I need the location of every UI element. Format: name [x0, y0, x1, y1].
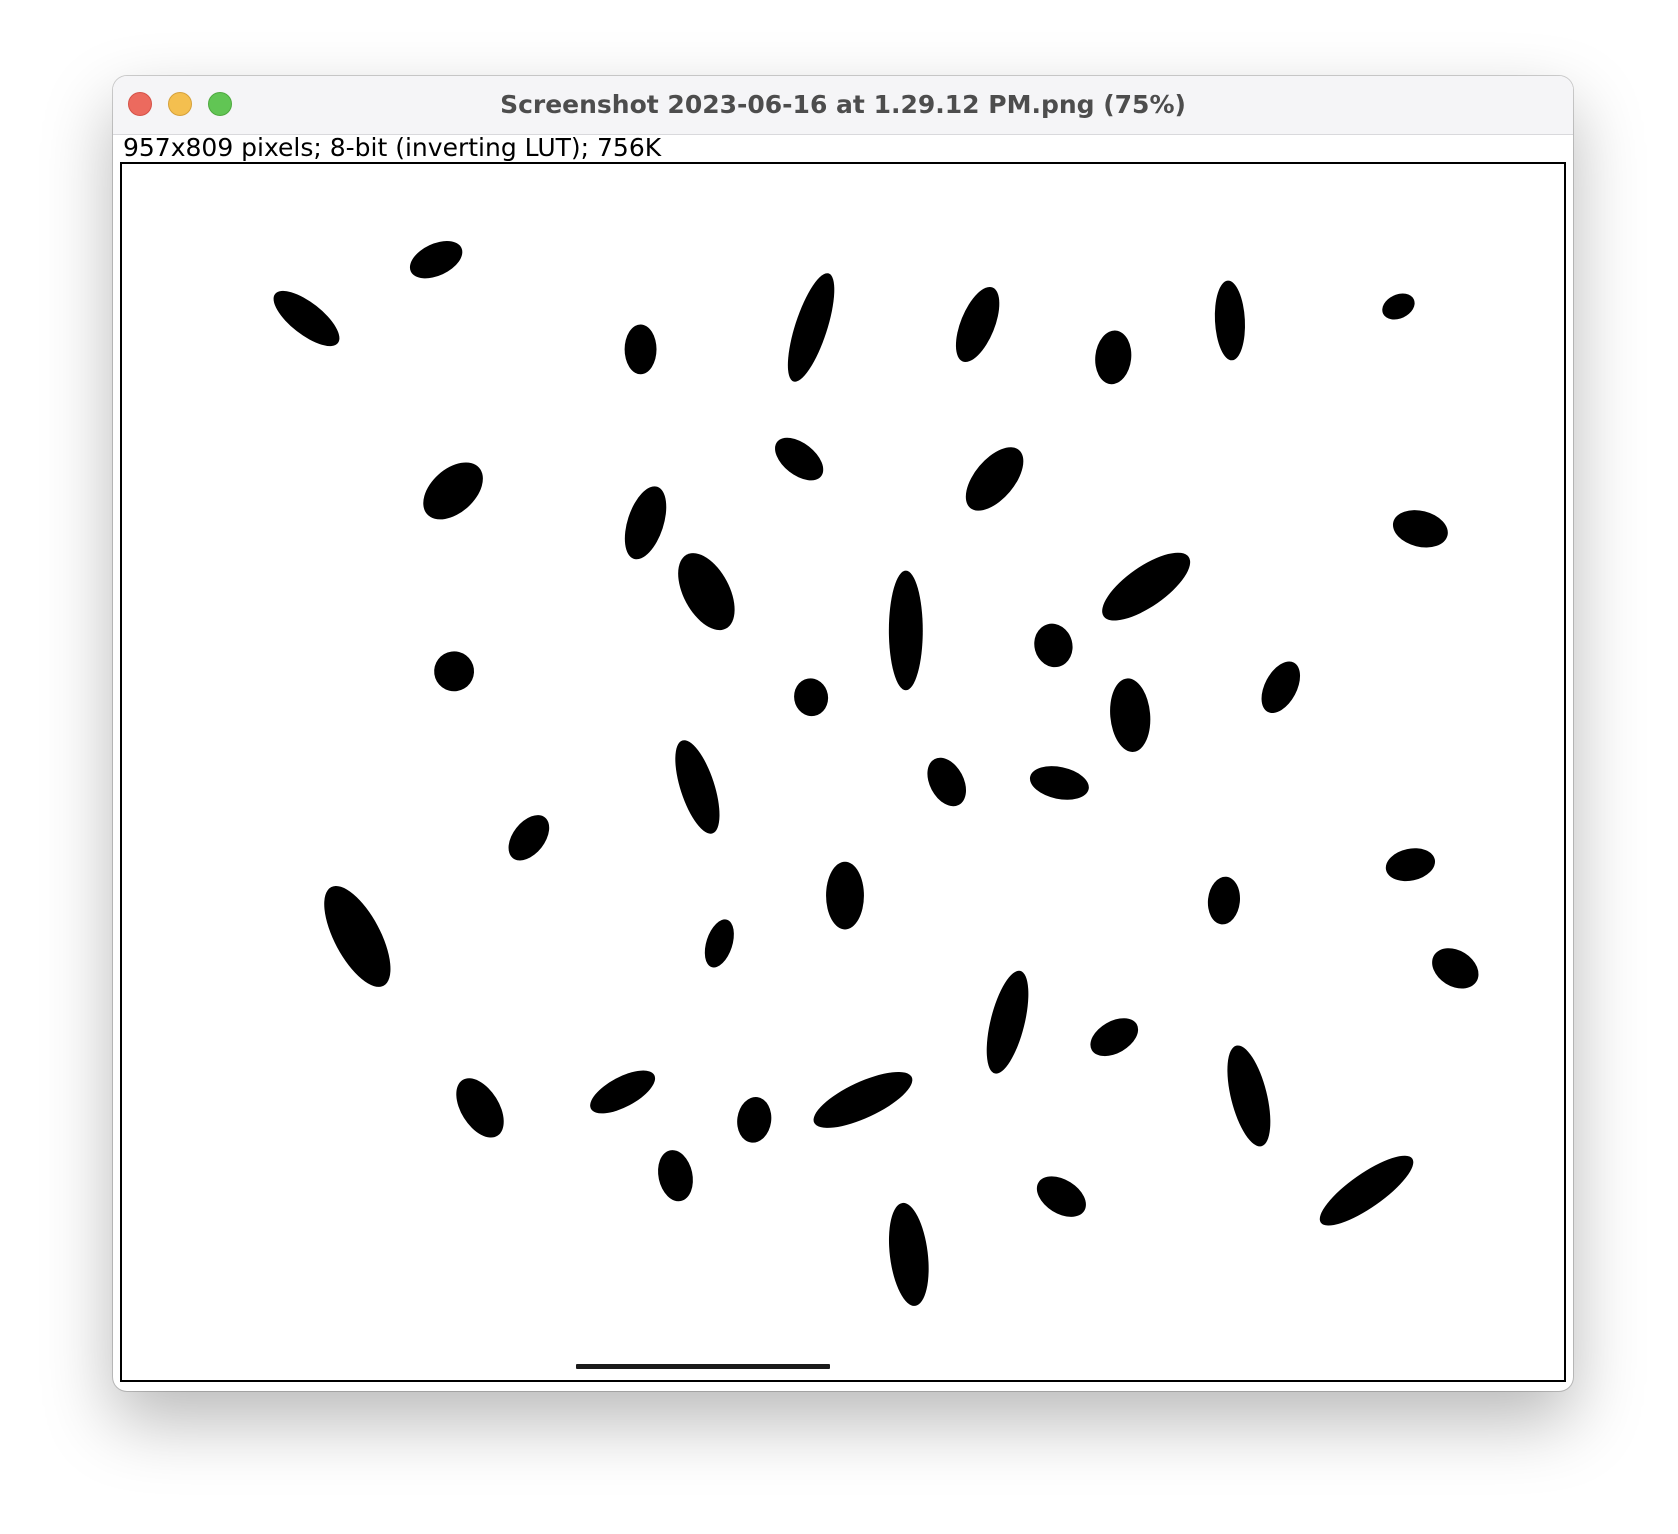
title-bar[interactable]: Screenshot 2023-06-16 at 1.29.12 PM.png …	[113, 76, 1573, 135]
particle-13	[624, 486, 667, 560]
particle-22	[675, 740, 720, 834]
particle-40	[1036, 1176, 1086, 1217]
particle-6	[955, 286, 1000, 362]
particle-39	[658, 1150, 693, 1202]
particle-16	[888, 570, 923, 691]
image-canvas[interactable]	[120, 162, 1566, 1382]
particle-2	[409, 241, 463, 279]
horizontal-scrollbar[interactable]	[576, 1364, 830, 1369]
binary-particle-image	[273, 241, 1479, 1306]
particle-37	[813, 1071, 913, 1128]
particle-28	[826, 861, 864, 930]
particle-42	[888, 1202, 929, 1306]
particle-41	[1319, 1155, 1414, 1226]
image-window: Screenshot 2023-06-16 at 1.29.12 PM.png …	[113, 76, 1573, 1391]
particle-15	[1102, 552, 1191, 621]
particle-24	[1029, 766, 1089, 800]
particle-3	[1382, 293, 1415, 320]
image-info-text: 957x809 pixels; 8-bit (inverting LUT); 7…	[123, 133, 662, 162]
particle-14	[678, 553, 735, 631]
particle-31	[1432, 948, 1479, 989]
particle-29	[1385, 848, 1436, 882]
window-title: Screenshot 2023-06-16 at 1.29.12 PM.png …	[500, 90, 1186, 119]
particle-33	[1090, 1018, 1139, 1057]
particle-5	[787, 273, 835, 382]
particle-7	[1095, 330, 1132, 385]
particle-11	[965, 447, 1024, 511]
particle-8	[1214, 280, 1246, 361]
particle-34	[456, 1078, 504, 1138]
particle-21	[1110, 678, 1151, 752]
particle-30	[1207, 876, 1241, 925]
particle-20	[1261, 661, 1301, 714]
particle-10	[775, 437, 824, 481]
particle-23	[927, 757, 967, 807]
particle-36	[737, 1097, 772, 1143]
particle-32	[986, 970, 1029, 1074]
particle-9	[423, 462, 483, 520]
particle-12	[1392, 510, 1448, 548]
particle-38	[1227, 1045, 1271, 1147]
particle-35	[590, 1070, 656, 1114]
particle-26	[324, 886, 391, 987]
particle-1	[273, 290, 340, 347]
particle-19	[794, 678, 829, 717]
particle-4	[624, 324, 657, 375]
particle-17	[1034, 623, 1073, 668]
particle-25	[508, 815, 550, 861]
particle-27	[704, 919, 734, 968]
particle-18	[434, 651, 475, 692]
